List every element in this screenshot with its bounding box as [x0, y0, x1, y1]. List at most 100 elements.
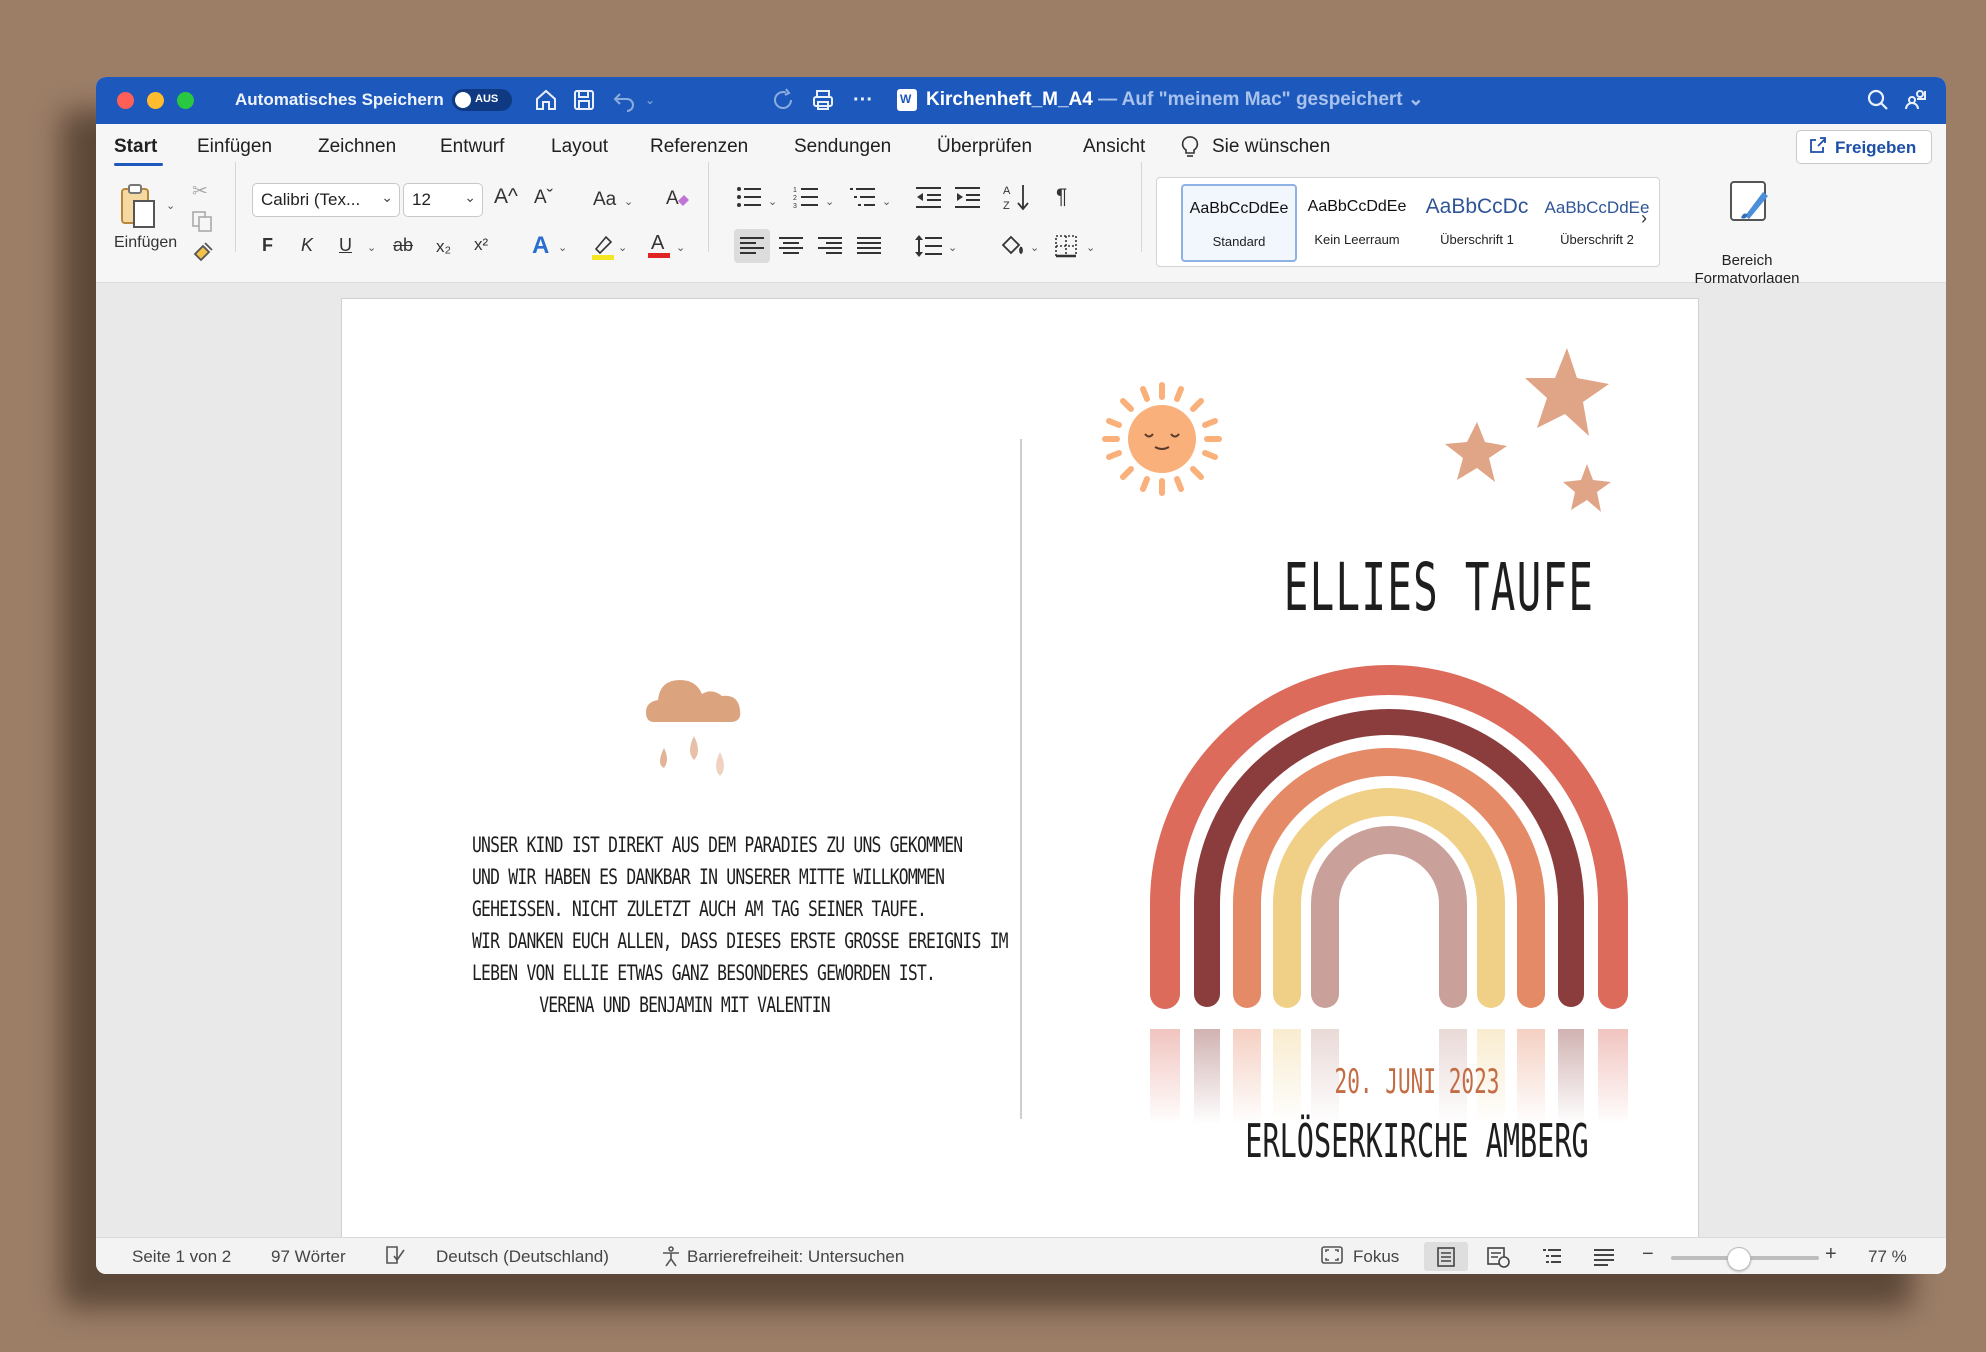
highlight-icon[interactable] — [590, 233, 616, 261]
zoom-level[interactable]: 77 % — [1868, 1247, 1907, 1267]
style-kein-leerraum[interactable]: AaBbCcDdEe Kein Leerraum — [1301, 184, 1413, 258]
accessibility-status[interactable]: Barrierefreiheit: Untersuchen — [687, 1247, 904, 1267]
tab-entwurf[interactable]: Entwurf — [440, 136, 504, 158]
borders-chevron-icon[interactable]: ⌄ — [1086, 241, 1095, 254]
svg-text:A: A — [651, 232, 665, 254]
shading-icon[interactable] — [999, 233, 1025, 257]
style-ueberschrift-1[interactable]: AaBbCcDc Überschrift 1 — [1421, 184, 1533, 258]
tab-ueberpruefen[interactable]: Überprüfen — [937, 136, 1032, 158]
tab-sendungen[interactable]: Sendungen — [794, 136, 891, 158]
minimize-window-button[interactable] — [147, 92, 164, 109]
undo-dropdown-chevron-icon[interactable]: ⌄ — [636, 86, 664, 114]
redo-icon[interactable] — [769, 86, 797, 114]
cut-icon[interactable]: ✂ — [192, 180, 208, 203]
tab-sie-wuenschen[interactable]: Sie wünschen — [1212, 136, 1330, 158]
line-spacing-chevron-icon[interactable]: ⌄ — [948, 241, 957, 254]
ribbon-separator — [708, 162, 709, 252]
align-right-button[interactable] — [818, 236, 842, 256]
tab-einfuegen[interactable]: Einfügen — [197, 136, 272, 158]
bullet-list-icon[interactable] — [736, 185, 762, 209]
chevron-right-icon[interactable]: › — [1641, 208, 1647, 229]
autosave-toggle[interactable]: AUS — [452, 89, 512, 111]
text-effects-icon[interactable]: A — [532, 232, 549, 260]
bold-button[interactable]: F — [262, 235, 273, 256]
share-button[interactable]: Freigeben — [1796, 130, 1932, 164]
outline-view-button[interactable] — [1530, 1242, 1574, 1271]
event-location: Erlöserkirche Amberg — [1245, 1114, 1589, 1168]
paste-icon[interactable] — [118, 181, 162, 231]
tab-start[interactable]: Start — [114, 136, 157, 158]
document-page[interactable]: Unser Kind ist direkt aus dem Paradies z… — [341, 298, 1699, 1242]
font-name-select[interactable]: Calibri (Tex... ⌄ — [252, 183, 400, 217]
borders-icon[interactable] — [1054, 234, 1078, 258]
decrease-indent-icon[interactable] — [916, 185, 942, 209]
superscript-button[interactable]: x² — [474, 235, 488, 255]
align-center-button[interactable] — [779, 236, 803, 256]
web-layout-view-button[interactable] — [1476, 1242, 1520, 1271]
zoom-slider-handle[interactable] — [1727, 1247, 1752, 1271]
grow-font-icon[interactable]: A^ — [494, 185, 518, 209]
align-left-button[interactable] — [734, 229, 770, 263]
document-title[interactable]: Kirchenheft_M_A4 — Auf "meinem Mac" gesp… — [926, 88, 1424, 111]
numbered-list-chevron-icon[interactable]: ⌄ — [825, 195, 834, 208]
text-effects-chevron-icon[interactable]: ⌄ — [558, 241, 567, 254]
clear-formatting-icon[interactable]: A — [664, 185, 690, 211]
document-canvas[interactable]: Unser Kind ist direkt aus dem Paradies z… — [96, 283, 1946, 1242]
tab-ansicht[interactable]: Ansicht — [1083, 136, 1145, 158]
save-icon[interactable] — [570, 86, 598, 114]
paste-label[interactable]: Einfügen — [114, 234, 177, 252]
underline-chevron-icon[interactable]: ⌄ — [367, 241, 376, 254]
change-case-icon[interactable]: Aa — [593, 189, 616, 211]
draft-view-button[interactable] — [1582, 1242, 1626, 1271]
strikethrough-button[interactable]: ab — [393, 235, 413, 256]
highlight-chevron-icon[interactable]: ⌄ — [618, 241, 627, 254]
style-ueberschrift-2[interactable]: AaBbCcDdEe Überschrift 2 — [1541, 184, 1653, 258]
shading-chevron-icon[interactable]: ⌄ — [1030, 241, 1039, 254]
maximize-window-button[interactable] — [177, 92, 194, 109]
bullet-list-chevron-icon[interactable]: ⌄ — [768, 195, 777, 208]
zoom-out-button[interactable]: − — [1642, 1243, 1654, 1266]
multilevel-list-chevron-icon[interactable]: ⌄ — [882, 195, 891, 208]
subscript-button[interactable]: x₂ — [436, 237, 451, 257]
status-bar: Seite 1 von 2 97 Wörter Deutsch (Deutsch… — [96, 1237, 1946, 1274]
undo-icon[interactable] — [610, 86, 638, 114]
multilevel-list-icon[interactable] — [850, 185, 876, 209]
more-options-icon[interactable]: ··· — [849, 86, 877, 114]
sort-icon[interactable]: AZ — [1003, 183, 1031, 211]
style-standard[interactable]: AaBbCcDdEe Standard — [1181, 184, 1297, 262]
close-window-button[interactable] — [117, 92, 134, 109]
dedication-line: Leben von Ellie etwas ganz Besonderes ge… — [471, 961, 936, 985]
line-spacing-icon[interactable] — [915, 234, 943, 258]
print-icon[interactable] — [809, 86, 837, 114]
proofing-icon[interactable] — [384, 1244, 406, 1271]
focus-mode-button[interactable]: Fokus — [1353, 1247, 1399, 1267]
italic-button[interactable]: K — [301, 235, 313, 256]
language-status[interactable]: Deutsch (Deutschland) — [436, 1247, 609, 1267]
show-formatting-marks-icon[interactable]: ¶ — [1056, 185, 1067, 209]
justify-button[interactable] — [857, 236, 881, 256]
styles-pane-icon[interactable] — [1727, 178, 1773, 224]
focus-icon[interactable] — [1321, 1245, 1343, 1270]
account-icon[interactable] — [1902, 86, 1930, 114]
search-icon[interactable] — [1864, 86, 1892, 114]
word-count[interactable]: 97 Wörter — [271, 1247, 346, 1267]
change-case-chevron-icon[interactable]: ⌄ — [624, 195, 633, 208]
font-color-icon[interactable]: A — [646, 229, 672, 259]
format-painter-icon[interactable] — [191, 240, 215, 264]
font-size-select[interactable]: 12 ⌄ — [403, 183, 483, 217]
page-count[interactable]: Seite 1 von 2 — [132, 1247, 231, 1267]
accessibility-icon[interactable] — [660, 1245, 682, 1272]
copy-icon[interactable] — [191, 210, 213, 232]
shrink-font-icon[interactable]: Aˇ — [534, 187, 553, 209]
tab-zeichnen[interactable]: Zeichnen — [318, 136, 396, 158]
paste-dropdown-chevron-icon[interactable]: ⌄ — [166, 199, 175, 212]
tab-referenzen[interactable]: Referenzen — [650, 136, 748, 158]
zoom-in-button[interactable]: + — [1825, 1243, 1837, 1266]
font-color-chevron-icon[interactable]: ⌄ — [676, 241, 685, 254]
tab-layout[interactable]: Layout — [551, 136, 608, 158]
increase-indent-icon[interactable] — [955, 185, 981, 209]
underline-button[interactable]: U — [339, 235, 352, 256]
print-layout-view-button[interactable] — [1424, 1242, 1468, 1271]
home-icon[interactable] — [532, 86, 560, 114]
numbered-list-icon[interactable]: 123 — [793, 185, 819, 209]
